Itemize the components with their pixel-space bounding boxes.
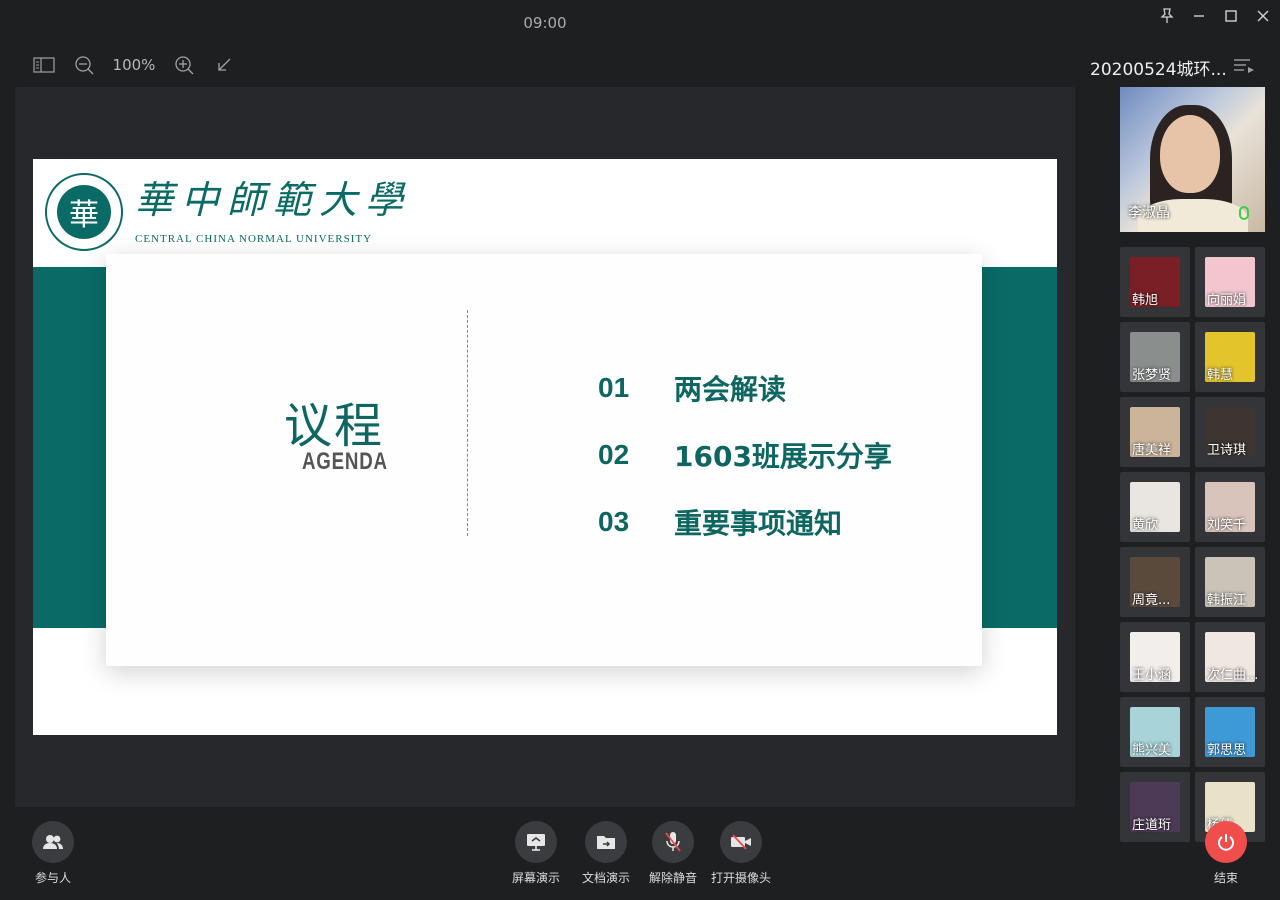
speaker-face [1160,115,1220,193]
participant-name: 张梦贤 [1132,368,1172,383]
participant-grid: 韩旭 向丽娟张梦贤 韩慧唐美祥 卫诗琪黄欣 刘笑千周竟... 韩振江王小涵 次仁曲... 熊兴… [1120,247,1266,853]
agenda-item: 03 重要事项通知 [598,502,842,542]
agenda-item-title: 重要事项通知 [674,507,843,540]
seal-character: 華 [57,185,111,239]
end-meeting-button[interactable]: 结束 [1191,821,1261,886]
presentation-slide: 華 華中師範大學 CENTRAL CHINA NORMAL UNIVERSITY… [33,159,1057,735]
camera-button[interactable]: 打开摄像头 [706,821,776,886]
agenda-item: 01 两会解读 [598,368,786,408]
participant-name: 郭思思 [1207,743,1247,758]
participant-name: 卫诗琪 [1207,443,1247,458]
participant-tile[interactable]: 韩旭 [1120,247,1190,317]
agenda-item-title: 两会解读 [674,373,787,406]
meeting-title: 20200524城环... [1090,60,1227,80]
power-icon [1205,821,1247,863]
camera-label: 打开摄像头 [710,871,771,885]
sidebar-toggle-icon[interactable] [30,52,58,78]
university-logo: 華 華中師範大學 CENTRAL CHINA NORMAL UNIVERSITY [45,173,411,251]
presentation-stage: 華 華中師範大學 CENTRAL CHINA NORMAL UNIVERSITY… [15,87,1075,807]
participant-tile[interactable]: 唐美祥 [1120,397,1190,467]
window-controls [1156,6,1274,26]
participant-tile[interactable]: 周竟... [1120,547,1190,617]
zoom-out-icon[interactable] [70,52,98,78]
participants-label: 参与人 [34,871,71,885]
mic-muted-icon [652,821,694,863]
unmute-label: 解除静音 [648,871,697,885]
participant-name: 向丽娟 [1207,293,1247,308]
participant-name: 韩振江 [1207,593,1247,608]
participant-tile[interactable]: 韩振江 [1195,547,1265,617]
participant-name: 次仁曲... [1207,668,1259,683]
agenda-item-number: 01 [598,372,630,403]
participant-tile[interactable]: 王小涵 [1120,622,1190,692]
zoom-in-icon[interactable] [170,52,198,78]
participant-tile[interactable]: 黄欣 [1120,472,1190,542]
screen-share-icon [515,821,557,863]
participant-name: 熊兴美 [1132,743,1172,758]
participant-tile[interactable]: 向丽娟 [1195,247,1265,317]
agenda-title-en: AGENDA [302,448,388,475]
participant-name: 刘笑千 [1207,518,1247,533]
participant-name: 王小涵 [1132,668,1172,683]
university-seal: 華 [45,173,123,251]
agenda-card: 议程 AGENDA 01 两会解读 02 1603班展示分享 03 重要事项通知 [106,254,982,666]
exit-fullscreen-icon[interactable] [210,52,238,78]
agenda-item-title: 1603班展示分享 [674,440,892,473]
participant-name: 庄道珩 [1132,818,1172,833]
meeting-window: 09:00 100% 華 華中師範大學 CENTRAL CHINA NORMAL… [0,0,1280,900]
screen-share-button[interactable]: 屏幕演示 [501,821,571,886]
participant-tile[interactable]: 张梦贤 [1120,322,1190,392]
end-label: 结束 [1213,871,1238,885]
agenda-item-number: 03 [598,506,630,537]
participant-name: 韩慧 [1207,368,1234,383]
participant-tile[interactable]: 庄道珩 [1120,772,1190,842]
participants-button[interactable]: 参与人 [18,821,88,886]
university-name-cn: 華中師範大學 [135,178,412,222]
slide-toolbar: 100% [30,52,238,78]
participant-name: 唐美祥 [1132,443,1172,458]
playlist-icon[interactable] [1232,56,1256,78]
mic-active-icon [1239,206,1249,220]
participant-name: 周竟... [1132,593,1171,608]
folder-share-icon [585,821,627,863]
participant-tile[interactable]: 熊兴美 [1120,697,1190,767]
people-icon [32,821,74,863]
participant-tile[interactable]: 卫诗琪 [1195,397,1265,467]
participant-tile[interactable]: 郭思思 [1195,697,1265,767]
participant-tile[interactable]: 刘笑千 [1195,472,1265,542]
agenda-divider [467,310,468,536]
participant-name: 韩旭 [1132,293,1159,308]
close-icon[interactable] [1252,6,1274,26]
speaker-video[interactable]: 李淑晶 [1120,87,1265,232]
doc-share-button[interactable]: 文档演示 [571,821,641,886]
maximize-icon[interactable] [1220,6,1242,26]
unmute-button[interactable]: 解除静音 [638,821,708,886]
agenda-title-cn: 议程 [284,398,385,454]
agenda-item: 02 1603班展示分享 [598,435,892,475]
participant-tile[interactable]: 次仁曲... [1195,622,1265,692]
agenda-item-number: 02 [598,439,630,470]
doc-share-label: 文档演示 [581,871,630,885]
participant-tile[interactable]: 韩慧 [1195,322,1265,392]
screen-share-label: 屏幕演示 [511,871,560,885]
pin-icon[interactable] [1156,6,1178,26]
minimize-icon[interactable] [1188,6,1210,26]
participant-name: 黄欣 [1132,518,1159,533]
university-name-en: CENTRAL CHINA NORMAL UNIVERSITY [135,233,373,245]
speaker-name: 李淑晶 [1128,205,1170,221]
zoom-level: 100% [112,56,156,74]
meeting-clock: 09:00 [523,14,567,32]
camera-off-icon [720,821,762,863]
